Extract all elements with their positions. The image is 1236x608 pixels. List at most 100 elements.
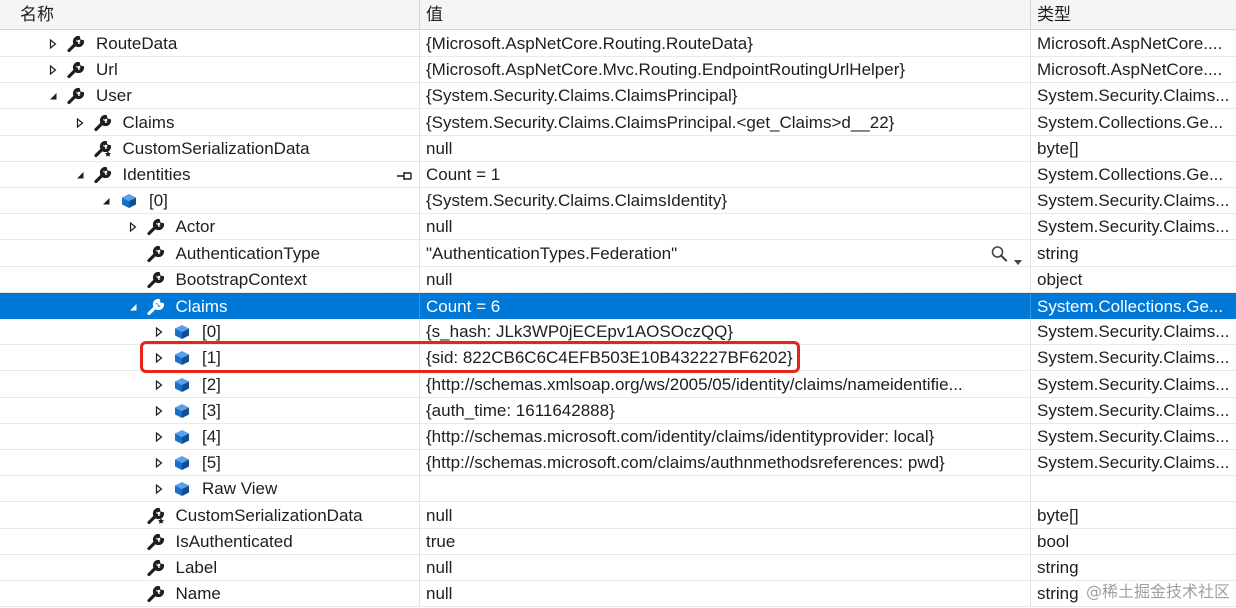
type-cell[interactable]: byte[]	[1030, 502, 1236, 529]
tree-row[interactable]: CustomSerializationData null byte[]	[0, 502, 1236, 529]
name-cell[interactable]: Claims	[0, 110, 418, 136]
tree-row[interactable]: Name null string	[0, 581, 1236, 608]
name-cell[interactable]: Name	[0, 581, 418, 607]
tree-row[interactable]: RouteData {Microsoft.AspNetCore.Routing.R…	[0, 31, 1236, 57]
type-cell[interactable]: System.Security.Claims...	[1030, 345, 1236, 372]
name-cell[interactable]: Actor	[0, 214, 418, 240]
tree-row[interactable]: Actor null System.Security.Claims...	[0, 214, 1236, 241]
value-cell[interactable]: true	[419, 528, 1030, 555]
tree-row[interactable]: [0] {System.Security.Claims.ClaimsIdentit…	[0, 188, 1236, 215]
expand-toggle-icon[interactable]	[152, 398, 166, 424]
expand-toggle-icon[interactable]	[46, 57, 60, 83]
column-header-value[interactable]: 值	[420, 0, 1030, 29]
variable-name: [3]	[202, 400, 221, 420]
value-cell[interactable]: Count = 6	[419, 294, 1030, 320]
expand-toggle-icon[interactable]	[152, 372, 166, 398]
type-cell[interactable]: byte[]	[1030, 135, 1236, 162]
value-cell[interactable]	[419, 476, 1030, 503]
tree-row[interactable]: User {System.Security.Claims.ClaimsPrinci…	[0, 83, 1236, 110]
name-cell[interactable]: [4]	[0, 424, 418, 450]
name-cell[interactable]: RouteData	[0, 31, 418, 57]
type-cell[interactable]: bool	[1030, 528, 1236, 555]
name-cell[interactable]: CustomSerializationData	[0, 503, 418, 529]
type-cell[interactable]: System.Collections.Ge...	[1030, 162, 1236, 188]
chevron-down-icon[interactable]	[1014, 251, 1022, 265]
name-cell[interactable]: Identities	[0, 162, 418, 188]
tree-row[interactable]: AuthenticationType "AuthenticationTypes.F…	[0, 240, 1236, 267]
name-cell[interactable]: [5]	[0, 450, 418, 476]
value-cell[interactable]: {System.Security.Claims.ClaimsPrincipal.…	[419, 109, 1030, 136]
collapse-toggle-icon[interactable]	[73, 162, 87, 188]
value-cell[interactable]: {Microsoft.AspNetCore.Mvc.Routing.Endpoi…	[419, 57, 1030, 84]
collapse-toggle-icon[interactable]	[126, 294, 140, 320]
column-header-type[interactable]: 类型	[1031, 0, 1236, 29]
tree-row[interactable]: Claims {System.Security.Claims.ClaimsPrin…	[0, 109, 1236, 136]
tree-row[interactable]: [4] {http://schemas.microsoft.com/identit…	[0, 424, 1236, 450]
name-cell[interactable]: Url	[0, 57, 418, 83]
value-cell[interactable]: null	[419, 555, 1030, 581]
pin-icon[interactable]	[396, 168, 414, 182]
tree-row[interactable]: Label null string	[0, 555, 1236, 581]
name-cell[interactable]: [2]	[0, 372, 418, 398]
name-cell[interactable]: IsAuthenticated	[0, 529, 418, 555]
type-cell[interactable]: System.Security.Claims...	[1030, 319, 1236, 346]
tree-row[interactable]: [2] {http://schemas.xmlsoap.org/ws/2005/0…	[0, 371, 1236, 398]
name-cell[interactable]: BootstrapContext	[0, 267, 418, 293]
type-cell[interactable]: System.Security.Claims...	[1030, 214, 1236, 241]
type-cell[interactable]: System.Security.Claims...	[1030, 450, 1236, 477]
value-cell[interactable]: null	[419, 581, 1030, 608]
value-cell[interactable]: null	[419, 214, 1030, 241]
collapse-toggle-icon[interactable]	[99, 188, 113, 214]
name-cell[interactable]: CustomSerializationData	[0, 136, 418, 162]
tree-row[interactable]: IsAuthenticated true bool	[0, 528, 1236, 555]
value-cell[interactable]: {System.Security.Claims.ClaimsPrincipal}	[419, 83, 1030, 110]
collapse-toggle-icon[interactable]	[46, 83, 60, 109]
type-cell[interactable]: string	[1030, 240, 1236, 267]
visualizer-search-icon[interactable]	[990, 245, 1010, 263]
column-header-name[interactable]: 名称	[14, 0, 418, 29]
value-cell[interactable]: {http://schemas.microsoft.com/identity/c…	[419, 424, 1030, 450]
name-cell[interactable]: Claims	[0, 294, 418, 320]
expand-toggle-icon[interactable]	[152, 450, 166, 476]
value-cell[interactable]: {http://schemas.xmlsoap.org/ws/2005/05/i…	[419, 371, 1030, 398]
tree-row[interactable]: BootstrapContext null object	[0, 266, 1236, 293]
expand-toggle-icon[interactable]	[152, 476, 166, 502]
value-cell[interactable]: {http://schemas.microsoft.com/claims/aut…	[419, 450, 1030, 477]
value-cell[interactable]: {auth_time: 1611642888}	[419, 397, 1030, 424]
tree-row[interactable]: Raw View	[0, 476, 1236, 503]
name-cell[interactable]: Label	[0, 555, 418, 581]
type-cell[interactable]: Microsoft.AspNetCore....	[1030, 57, 1236, 84]
expand-toggle-icon[interactable]	[46, 31, 60, 57]
name-cell[interactable]: AuthenticationType	[0, 241, 418, 267]
name-cell[interactable]: Raw View	[0, 476, 418, 502]
type-cell[interactable]	[1030, 476, 1236, 503]
name-cell[interactable]: [3]	[0, 398, 418, 424]
type-cell[interactable]: System.Security.Claims...	[1030, 188, 1236, 215]
tree-row[interactable]: Identities Count = 1 System.Collections.Ge…	[0, 162, 1236, 188]
type-cell[interactable]: System.Security.Claims...	[1030, 424, 1236, 450]
tree-row[interactable]: Claims Count = 6 System.Collections.Ge...	[0, 293, 1236, 320]
tree-row[interactable]: CustomSerializationData null byte[]	[0, 135, 1236, 162]
type-cell[interactable]: System.Collections.Ge...	[1030, 109, 1236, 136]
value-cell[interactable]: Count = 1	[419, 162, 1030, 188]
value-cell[interactable]: null	[419, 502, 1030, 529]
value-cell[interactable]: {Microsoft.AspNetCore.Routing.RouteData}	[419, 31, 1030, 57]
tree-row[interactable]: [3] {auth_time: 1611642888} System.Securit…	[0, 397, 1236, 424]
type-cell[interactable]: System.Collections.Ge...	[1030, 294, 1236, 320]
type-cell[interactable]: System.Security.Claims...	[1030, 397, 1236, 424]
type-cell[interactable]: Microsoft.AspNetCore....	[1030, 31, 1236, 57]
value-cell[interactable]: null	[419, 135, 1030, 162]
expand-toggle-icon[interactable]	[152, 424, 166, 450]
value-cell[interactable]: {System.Security.Claims.ClaimsIdentity}	[419, 188, 1030, 215]
type-cell[interactable]: System.Security.Claims...	[1030, 371, 1236, 398]
type-cell[interactable]: System.Security.Claims...	[1030, 83, 1236, 110]
type-cell[interactable]: object	[1030, 266, 1236, 293]
value-cell[interactable]: "AuthenticationTypes.Federation"	[419, 240, 1030, 267]
expand-toggle-icon[interactable]	[126, 214, 140, 240]
value-cell[interactable]: null	[419, 266, 1030, 293]
name-cell[interactable]: [0]	[0, 188, 418, 214]
tree-row[interactable]: [5] {http://schemas.microsoft.com/claims/…	[0, 450, 1236, 477]
tree-row[interactable]: Url {Microsoft.AspNetCore.Mvc.Routing.End…	[0, 57, 1236, 84]
name-cell[interactable]: User	[0, 83, 418, 109]
expand-toggle-icon[interactable]	[73, 110, 87, 136]
